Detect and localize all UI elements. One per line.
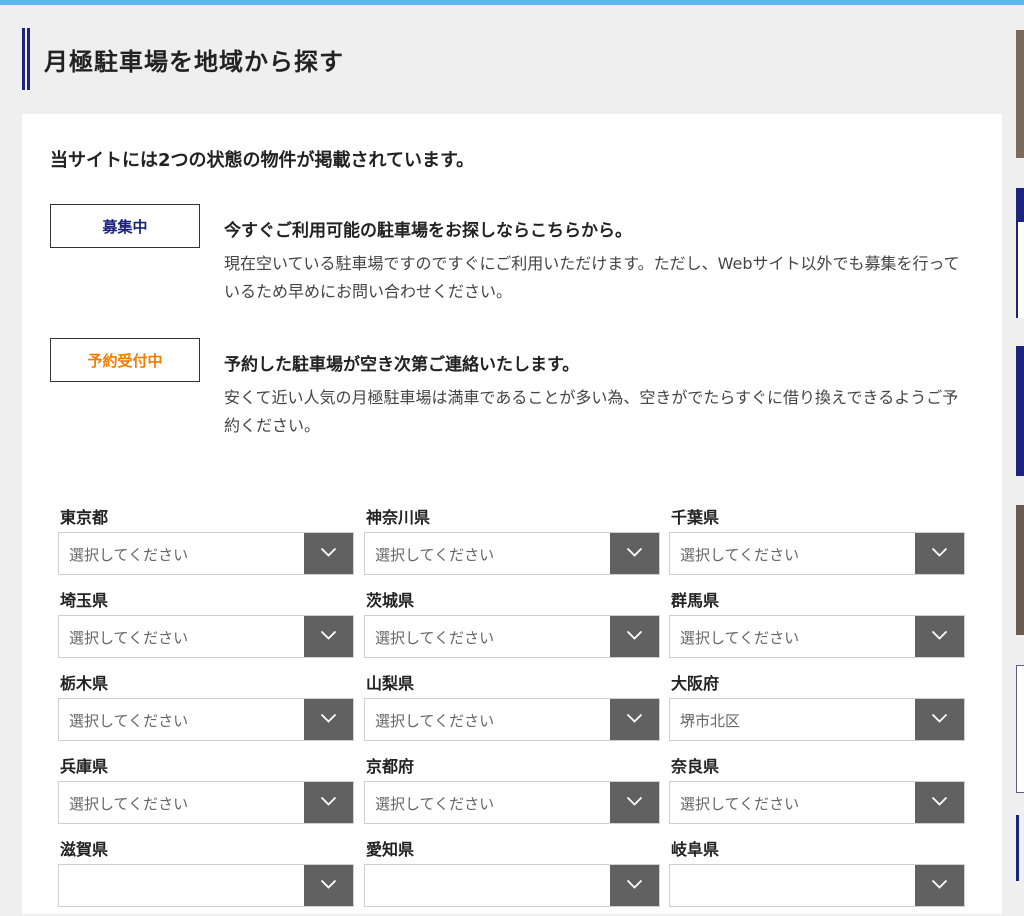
prefecture-label: 埼玉県: [60, 591, 109, 610]
prefecture-item: 山梨県 選択してください: [364, 666, 660, 750]
chevron-down-icon[interactable]: [304, 533, 353, 574]
prefecture-item: 奈良県 選択してください: [669, 749, 965, 833]
sidebar-banner[interactable]: [1016, 30, 1024, 158]
chevron-down-icon[interactable]: [915, 616, 964, 657]
sidebar-edge: [1016, 5, 1024, 881]
area-select[interactable]: 選択してください: [364, 615, 660, 658]
chevron-down-icon[interactable]: [610, 616, 659, 657]
prefecture-label: 滋賀県: [60, 840, 109, 859]
prefecture-item: 埼玉県 選択してください: [58, 583, 354, 667]
area-select[interactable]: 選択してください: [364, 698, 660, 741]
prefecture-item: 茨城県 選択してください: [364, 583, 660, 667]
select-value: 選択してください: [69, 795, 189, 813]
select-value: 選択してください: [680, 795, 800, 813]
page-title: 月極駐車場を地域から探す: [44, 47, 344, 76]
area-select[interactable]: 堺市北区: [669, 698, 965, 741]
chevron-down-icon[interactable]: [915, 699, 964, 740]
select-value: 選択してください: [375, 546, 495, 564]
chevron-down-icon[interactable]: [304, 782, 353, 823]
area-select[interactable]: 選択してください: [364, 532, 660, 575]
area-select[interactable]: 選択してください: [669, 532, 965, 575]
select-value: 選択してください: [375, 629, 495, 647]
prefecture-item: 神奈川県 選択してください: [364, 500, 660, 584]
prefecture-label: 群馬県: [671, 591, 720, 610]
chevron-down-icon[interactable]: [610, 533, 659, 574]
chevron-down-icon[interactable]: [610, 782, 659, 823]
search-panel: 当サイトには2つの状態の物件が掲載されています。 募集中 今すぐご利用可能の駐車…: [22, 114, 1002, 914]
sidebar-heading-bar: [1016, 815, 1019, 881]
top-accent-bar: [0, 0, 1024, 5]
area-select[interactable]: 選択してください: [58, 781, 354, 824]
prefecture-item: 栃木県 選択してください: [58, 666, 354, 750]
prefecture-label: 大阪府: [671, 674, 720, 693]
area-select[interactable]: 選択してください: [669, 615, 965, 658]
area-select[interactable]: [669, 864, 965, 907]
status-description: 現在空いている駐車場ですのですぐにご利用いただけます。ただし、Webサイト以外で…: [224, 254, 960, 301]
select-value: 選択してください: [375, 712, 495, 730]
status-badge-recruiting: 募集中: [50, 204, 200, 248]
chevron-down-icon[interactable]: [610, 865, 659, 906]
section-heading: 月極駐車場を地域から探す: [22, 28, 344, 90]
prefecture-item: 千葉県 選択してください: [669, 500, 965, 584]
prefecture-label: 兵庫県: [60, 757, 109, 776]
prefecture-item: 京都府 選択してください: [364, 749, 660, 833]
area-select[interactable]: 選択してください: [364, 781, 660, 824]
chevron-down-icon[interactable]: [915, 533, 964, 574]
prefecture-label: 茨城県: [366, 591, 415, 610]
area-select[interactable]: [364, 864, 660, 907]
prefecture-label: 栃木県: [60, 674, 109, 693]
sidebar-banner[interactable]: [1016, 346, 1024, 476]
sidebar-banner[interactable]: [1016, 665, 1024, 793]
chevron-down-icon[interactable]: [304, 865, 353, 906]
chevron-down-icon[interactable]: [304, 699, 353, 740]
prefecture-item: 群馬県 選択してください: [669, 583, 965, 667]
prefecture-label: 愛知県: [366, 840, 415, 859]
prefecture-item: 滋賀県: [58, 832, 354, 916]
area-select[interactable]: 選択してください: [669, 781, 965, 824]
status-heading: 今すぐご利用可能の駐車場をお探しならこちらから。: [224, 221, 632, 241]
prefecture-label: 京都府: [366, 757, 415, 776]
select-value: 選択してください: [375, 795, 495, 813]
prefecture-item: 愛知県: [364, 832, 660, 916]
area-select[interactable]: 選択してください: [58, 615, 354, 658]
prefecture-item: 東京都 選択してください: [58, 500, 354, 584]
heading-accent-bars: [22, 28, 30, 90]
chevron-down-icon[interactable]: [915, 782, 964, 823]
area-select[interactable]: 選択してください: [58, 532, 354, 575]
area-select[interactable]: 選択してください: [58, 698, 354, 741]
status-badge-reservation: 予約受付中: [50, 338, 200, 382]
select-value: 選択してください: [680, 629, 800, 647]
chevron-down-icon[interactable]: [304, 616, 353, 657]
prefecture-item: 岐阜県: [669, 832, 965, 916]
prefecture-label: 岐阜県: [671, 840, 720, 859]
select-value: 選択してください: [69, 629, 189, 647]
status-description: 安くて近い人気の月極駐車場は満車であることが多い為、空きがでたらすぐに借り換えで…: [224, 388, 959, 435]
select-value: 選択してください: [69, 712, 189, 730]
prefecture-label: 神奈川県: [366, 508, 431, 527]
select-value: 堺市北区: [680, 712, 741, 730]
chevron-down-icon[interactable]: [915, 865, 964, 906]
chevron-down-icon[interactable]: [610, 699, 659, 740]
prefecture-item: 大阪府 堺市北区: [669, 666, 965, 750]
prefecture-item: 兵庫県 選択してください: [58, 749, 354, 833]
area-select[interactable]: [58, 864, 354, 907]
select-value: 選択してください: [680, 546, 800, 564]
prefecture-label: 千葉県: [671, 508, 720, 527]
status-heading: 予約した駐車場が空き次第ご連絡いたします。: [224, 355, 580, 375]
intro-text: 当サイトには2つの状態の物件が掲載されています。: [50, 150, 475, 171]
select-value: 選択してください: [69, 546, 189, 564]
prefecture-label: 奈良県: [671, 757, 720, 776]
sidebar-banner-header: [1016, 188, 1024, 222]
prefecture-label: 東京都: [60, 508, 109, 527]
prefecture-label: 山梨県: [366, 674, 415, 693]
sidebar-banner[interactable]: [1016, 505, 1024, 635]
